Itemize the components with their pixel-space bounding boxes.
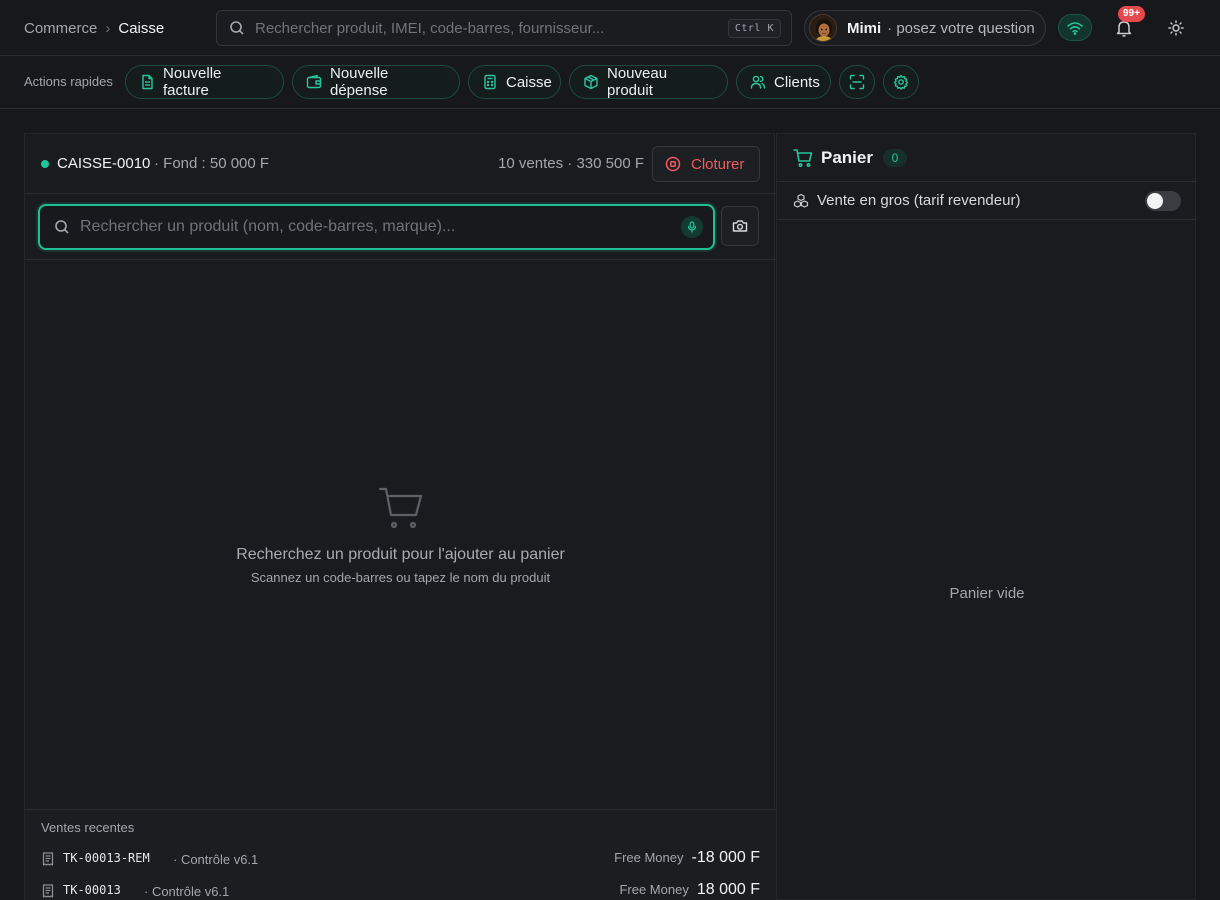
scan-icon xyxy=(849,74,865,90)
caisse-label: Caisse xyxy=(506,73,552,91)
recent-sales: Ventes recentes TK-00013-REM · Contrôle … xyxy=(25,809,776,900)
new-invoice-button[interactable]: Nouvelle facture xyxy=(125,65,284,99)
session-stats: 10 ventes · 330 500 F xyxy=(498,155,644,172)
caisse-button[interactable]: Caisse xyxy=(468,65,561,99)
recent-sale-row[interactable]: TK-00013-REM · Contrôle v6.1 Free Money … xyxy=(41,849,760,869)
notification-badge: 99+ xyxy=(1118,6,1145,22)
empty-state-subtitle: Scannez un code-barres ou tapez le nom d… xyxy=(250,570,551,585)
new-product-button[interactable]: Nouveau produit xyxy=(569,65,728,99)
wholesale-label: Vente en gros (tarif revendeur) xyxy=(817,192,1021,209)
new-invoice-label: Nouvelle facture xyxy=(163,65,222,99)
clients-label: Clients xyxy=(774,73,820,91)
pos-panel: CAISSE-0010 · Fond : 50 000 F 10 ventes … xyxy=(24,133,776,900)
cart-count-badge: 0 xyxy=(883,149,907,167)
microphone-icon xyxy=(686,221,698,233)
product-search-input[interactable] xyxy=(80,218,681,236)
cart-panel: Panier 0 Vente en gros (tarif revendeur)… xyxy=(776,133,1197,900)
product-search[interactable] xyxy=(38,204,715,250)
cart-header: Panier 0 xyxy=(777,134,1197,182)
new-product-label: Nouveau produit xyxy=(607,65,668,99)
wifi-icon xyxy=(1067,21,1083,35)
wholesale-toggle[interactable] xyxy=(1145,191,1181,211)
search-icon xyxy=(229,20,245,36)
recent-sale-row[interactable]: TK-00013 · Contrôle v6.1 Free Money 18 0… xyxy=(41,881,760,900)
users-icon xyxy=(750,74,766,90)
quick-actions-bar: Actions rapides Nouvelle facture Nouvell… xyxy=(0,56,1220,109)
empty-state: Recherchez un produit pour l'ajouter au … xyxy=(25,260,776,808)
avatar xyxy=(809,14,837,42)
cart-empty-label: Panier vide xyxy=(949,585,1025,602)
calculator-icon xyxy=(482,74,498,90)
assistant-name: Mimi xyxy=(847,19,882,37)
package-icon xyxy=(583,74,599,90)
wifi-status-button[interactable] xyxy=(1058,14,1092,41)
recent-sales-title: Ventes recentes xyxy=(41,820,135,835)
quick-actions-label: Actions rapides xyxy=(24,74,113,89)
sale-amount: -18 000 F xyxy=(691,849,760,866)
shopping-cart-icon xyxy=(378,485,424,531)
sale-payment-method: Free Money xyxy=(614,850,684,865)
close-register-label: Cloturer xyxy=(691,155,745,173)
product-search-area xyxy=(25,194,776,260)
sale-description: · Contrôle v6.1 xyxy=(144,884,230,899)
global-search-input[interactable] xyxy=(255,19,728,37)
clients-button[interactable]: Clients xyxy=(736,65,831,99)
sale-description: · Contrôle v6.1 xyxy=(173,852,259,867)
breadcrumb: Commerce › Caisse xyxy=(24,0,164,56)
theme-toggle-button[interactable] xyxy=(1165,17,1187,39)
receipt-icon xyxy=(41,852,55,866)
sun-icon xyxy=(1168,20,1184,36)
top-bar: Commerce › Caisse Ctrl K Mimi · posez vo… xyxy=(0,0,1220,56)
camera-scan-button[interactable] xyxy=(721,206,759,246)
receipt-icon xyxy=(41,884,55,898)
new-expense-button[interactable]: Nouvelle dépense xyxy=(292,65,460,99)
breadcrumb-current: Caisse xyxy=(118,19,165,37)
settings-icon xyxy=(893,74,909,90)
voice-search-button[interactable] xyxy=(681,216,703,238)
settings-button[interactable] xyxy=(883,65,919,99)
sale-amount: 18 000 F xyxy=(696,881,760,898)
wallet-icon xyxy=(306,74,322,90)
shopping-cart-icon xyxy=(793,148,813,168)
session-id: CAISSE-0010 xyxy=(57,155,151,172)
toggle-knob xyxy=(1147,193,1163,209)
global-search[interactable]: Ctrl K xyxy=(216,10,792,46)
sale-ticket-number: TK-00013-REM xyxy=(63,851,150,865)
search-icon xyxy=(54,219,70,235)
session-fund: · Fond : 50 000 F xyxy=(154,155,270,172)
boxes-icon xyxy=(793,193,809,209)
wholesale-row: Vente en gros (tarif revendeur) xyxy=(777,182,1197,220)
shortcut-hint: Ctrl K xyxy=(727,18,781,38)
sale-ticket-number: TK-00013 xyxy=(63,883,121,897)
session-bar: CAISSE-0010 · Fond : 50 000 F 10 ventes … xyxy=(25,134,776,194)
new-expense-label: Nouvelle dépense xyxy=(330,65,389,99)
file-text-icon xyxy=(139,74,155,90)
breadcrumb-separator: › xyxy=(105,19,111,37)
cart-title: Panier xyxy=(821,148,873,167)
assistant-prompt: · posez votre question xyxy=(887,19,1035,37)
stop-circle-icon xyxy=(665,156,681,172)
empty-state-title: Recherchez un produit pour l'ajouter au … xyxy=(236,546,565,563)
camera-icon xyxy=(732,218,748,234)
close-register-button[interactable]: Cloturer xyxy=(652,146,760,182)
breadcrumb-commerce[interactable]: Commerce xyxy=(24,20,97,37)
sale-payment-method: Free Money xyxy=(619,882,689,897)
scan-button[interactable] xyxy=(839,65,875,99)
assistant-button[interactable]: Mimi · posez votre question xyxy=(804,10,1046,46)
session-status-dot xyxy=(41,160,49,168)
